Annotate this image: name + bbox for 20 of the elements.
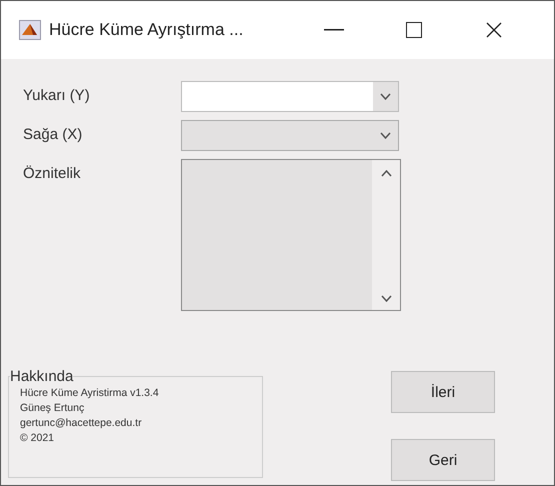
about-text: Hücre Küme Ayristirma v1.3.4 [20, 387, 160, 399]
field-label: Sağa (X) [22, 125, 84, 145]
field-label: Yukarı (Y) [22, 86, 91, 106]
scroll-down-icon [380, 295, 392, 302]
about-text: gertunc@hacettepe.edu.tr [20, 417, 143, 429]
field-label: Öznitelik [22, 164, 82, 184]
group-title: Hakkında [10, 368, 74, 385]
maximize-icon [406, 22, 422, 38]
chevron-down-icon [380, 132, 391, 139]
chevron-down-icon [380, 93, 391, 100]
nav-button[interactable]: Geri [391, 439, 495, 481]
about-text: © 2021 [20, 432, 56, 444]
dropdown[interactable] [181, 81, 399, 112]
nav-button[interactable]: İleri [391, 371, 495, 413]
app-icon [19, 20, 41, 40]
scroll-up-icon [380, 170, 392, 177]
about-text: Güneş Ertunç [20, 402, 86, 414]
minimize-icon [324, 29, 344, 31]
close-icon [486, 22, 502, 38]
window-title: Hücre Küme Ayrıştırma ... [49, 20, 244, 40]
